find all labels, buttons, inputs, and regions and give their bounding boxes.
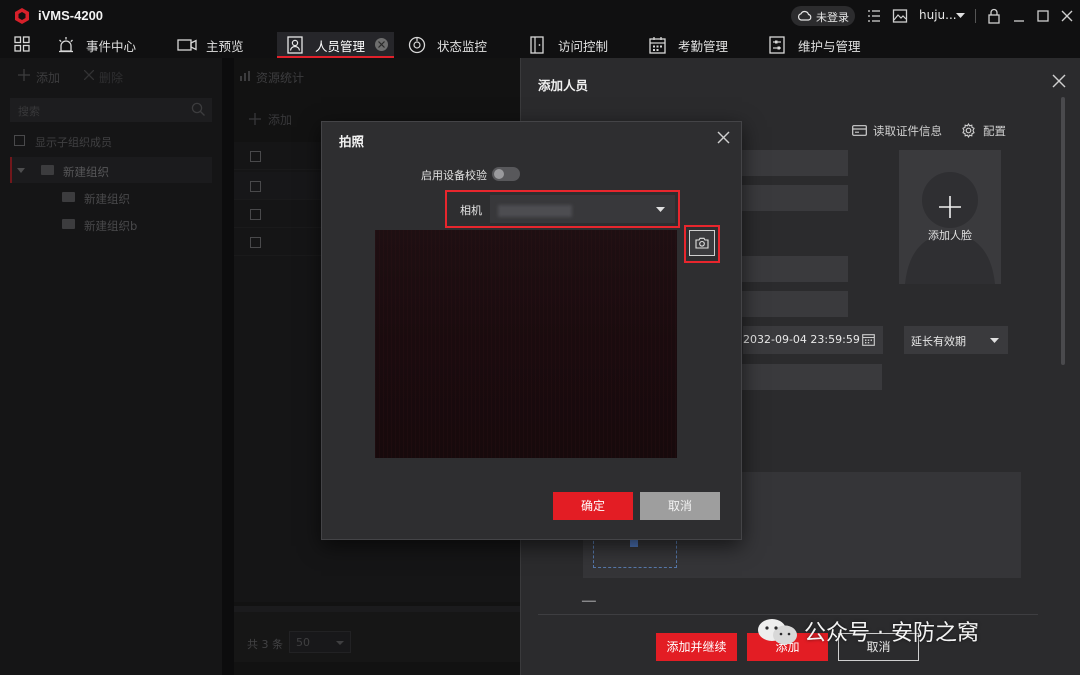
extend-validity-value: 延长有效期: [911, 335, 966, 348]
camera-label: 相机: [460, 204, 482, 217]
settings-sliders-icon: [769, 36, 785, 54]
person-field[interactable]: [742, 291, 848, 317]
tab-close-button[interactable]: [375, 38, 388, 51]
camera-preview: [375, 230, 677, 458]
calendar-icon[interactable]: [862, 333, 875, 346]
alarm-light-icon: [59, 37, 73, 53]
close-icon[interactable]: [1052, 74, 1066, 88]
title-bar: iVMS-4200 未登录 huju...: [0, 0, 1080, 32]
lock-icon[interactable]: [986, 8, 1002, 24]
app-logo-icon: [15, 8, 29, 24]
user-name[interactable]: huju...: [919, 8, 957, 22]
titlebar-divider: [975, 9, 976, 23]
person-card-icon: [287, 36, 303, 54]
dialog-title: 拍照: [339, 134, 365, 149]
person-field[interactable]: [742, 364, 882, 390]
drawer-scrollbar[interactable]: [1061, 97, 1065, 365]
tab-label: 状态监控: [437, 39, 488, 54]
watermark-text: 公众号 · 安防之窝: [804, 621, 979, 646]
tab-status-monitor[interactable]: 状态监控: [408, 32, 498, 58]
device-verify-toggle[interactable]: [492, 167, 520, 181]
minimize-icon[interactable]: [1011, 8, 1027, 24]
list-menu-icon[interactable]: [866, 8, 882, 24]
close-icon[interactable]: [1059, 8, 1075, 24]
tab-person-management[interactable]: 人员管理: [277, 32, 394, 58]
monitor-dial-icon: [408, 36, 426, 54]
tab-label: 主预览: [206, 39, 244, 54]
maximize-icon[interactable]: [1035, 8, 1051, 24]
login-button[interactable]: 未登录: [791, 6, 855, 26]
module-tab-bar: 事件中心 主预览 人员管理 状态监控 访问控制 考勤管理 维护与管理: [0, 32, 1080, 58]
add-and-continue-button[interactable]: 添加并继续: [656, 633, 737, 661]
app-title: iVMS-4200: [38, 8, 104, 23]
camera-icon: [695, 237, 709, 249]
add-face-button[interactable]: 添加人脸: [899, 150, 1001, 284]
person-field[interactable]: [742, 256, 848, 282]
person-id-field[interactable]: [742, 150, 848, 176]
tab-access-control[interactable]: 访问控制: [529, 32, 619, 58]
close-icon: [378, 41, 385, 48]
plus-icon: [939, 196, 961, 218]
end-datetime-value: 2032-09-04 23:59:59: [743, 333, 860, 346]
end-datetime-field[interactable]: 2032-09-04 23:59:59: [743, 326, 883, 354]
device-verify-label: 启用设备校验: [421, 169, 487, 182]
person-name-field[interactable]: [742, 185, 848, 211]
dialog-ok-button[interactable]: 确定: [553, 492, 633, 520]
chevron-down-icon: [990, 338, 999, 343]
login-label: 未登录: [816, 11, 849, 24]
image-icon[interactable]: [892, 8, 908, 24]
tab-label: 人员管理: [315, 39, 366, 54]
camera-value-redacted: [498, 205, 572, 217]
camera-select[interactable]: [490, 195, 675, 223]
tab-main-preview[interactable]: 主预览: [177, 32, 257, 58]
drawer-title: 添加人员: [538, 78, 589, 93]
tab-label: 访问控制: [558, 39, 609, 54]
tab-label: 事件中心: [86, 39, 137, 54]
tab-label: 考勤管理: [678, 39, 729, 54]
door-icon: [530, 36, 544, 54]
chevron-down-icon[interactable]: [956, 13, 965, 18]
wechat-icon: [758, 619, 797, 645]
video-camera-icon: [177, 39, 197, 51]
tab-attendance[interactable]: 考勤管理: [649, 32, 739, 58]
config-label: 配置: [983, 124, 1006, 138]
dialog-cancel-button[interactable]: 取消: [640, 492, 720, 520]
gear-icon: [962, 123, 975, 138]
apps-grid-icon[interactable]: [14, 36, 30, 52]
add-face-label: 添加人脸: [928, 229, 972, 242]
tab-label: 维护与管理: [798, 39, 861, 54]
tab-maintenance[interactable]: 维护与管理: [769, 32, 869, 58]
capture-button[interactable]: [689, 230, 715, 256]
upload-marker: [630, 539, 638, 547]
chevron-down-icon: [656, 207, 665, 212]
id-card-icon: [852, 125, 867, 136]
close-icon[interactable]: [717, 131, 730, 144]
cloud-icon: [798, 10, 812, 21]
tab-event-center[interactable]: 事件中心: [57, 32, 147, 58]
clipped-field-label: ▔▔: [582, 602, 596, 612]
extend-validity-select[interactable]: 延长有效期: [904, 326, 1008, 354]
read-id-label: 读取证件信息: [873, 124, 942, 138]
toggle-knob: [494, 169, 504, 179]
calendar-icon: [649, 37, 666, 54]
